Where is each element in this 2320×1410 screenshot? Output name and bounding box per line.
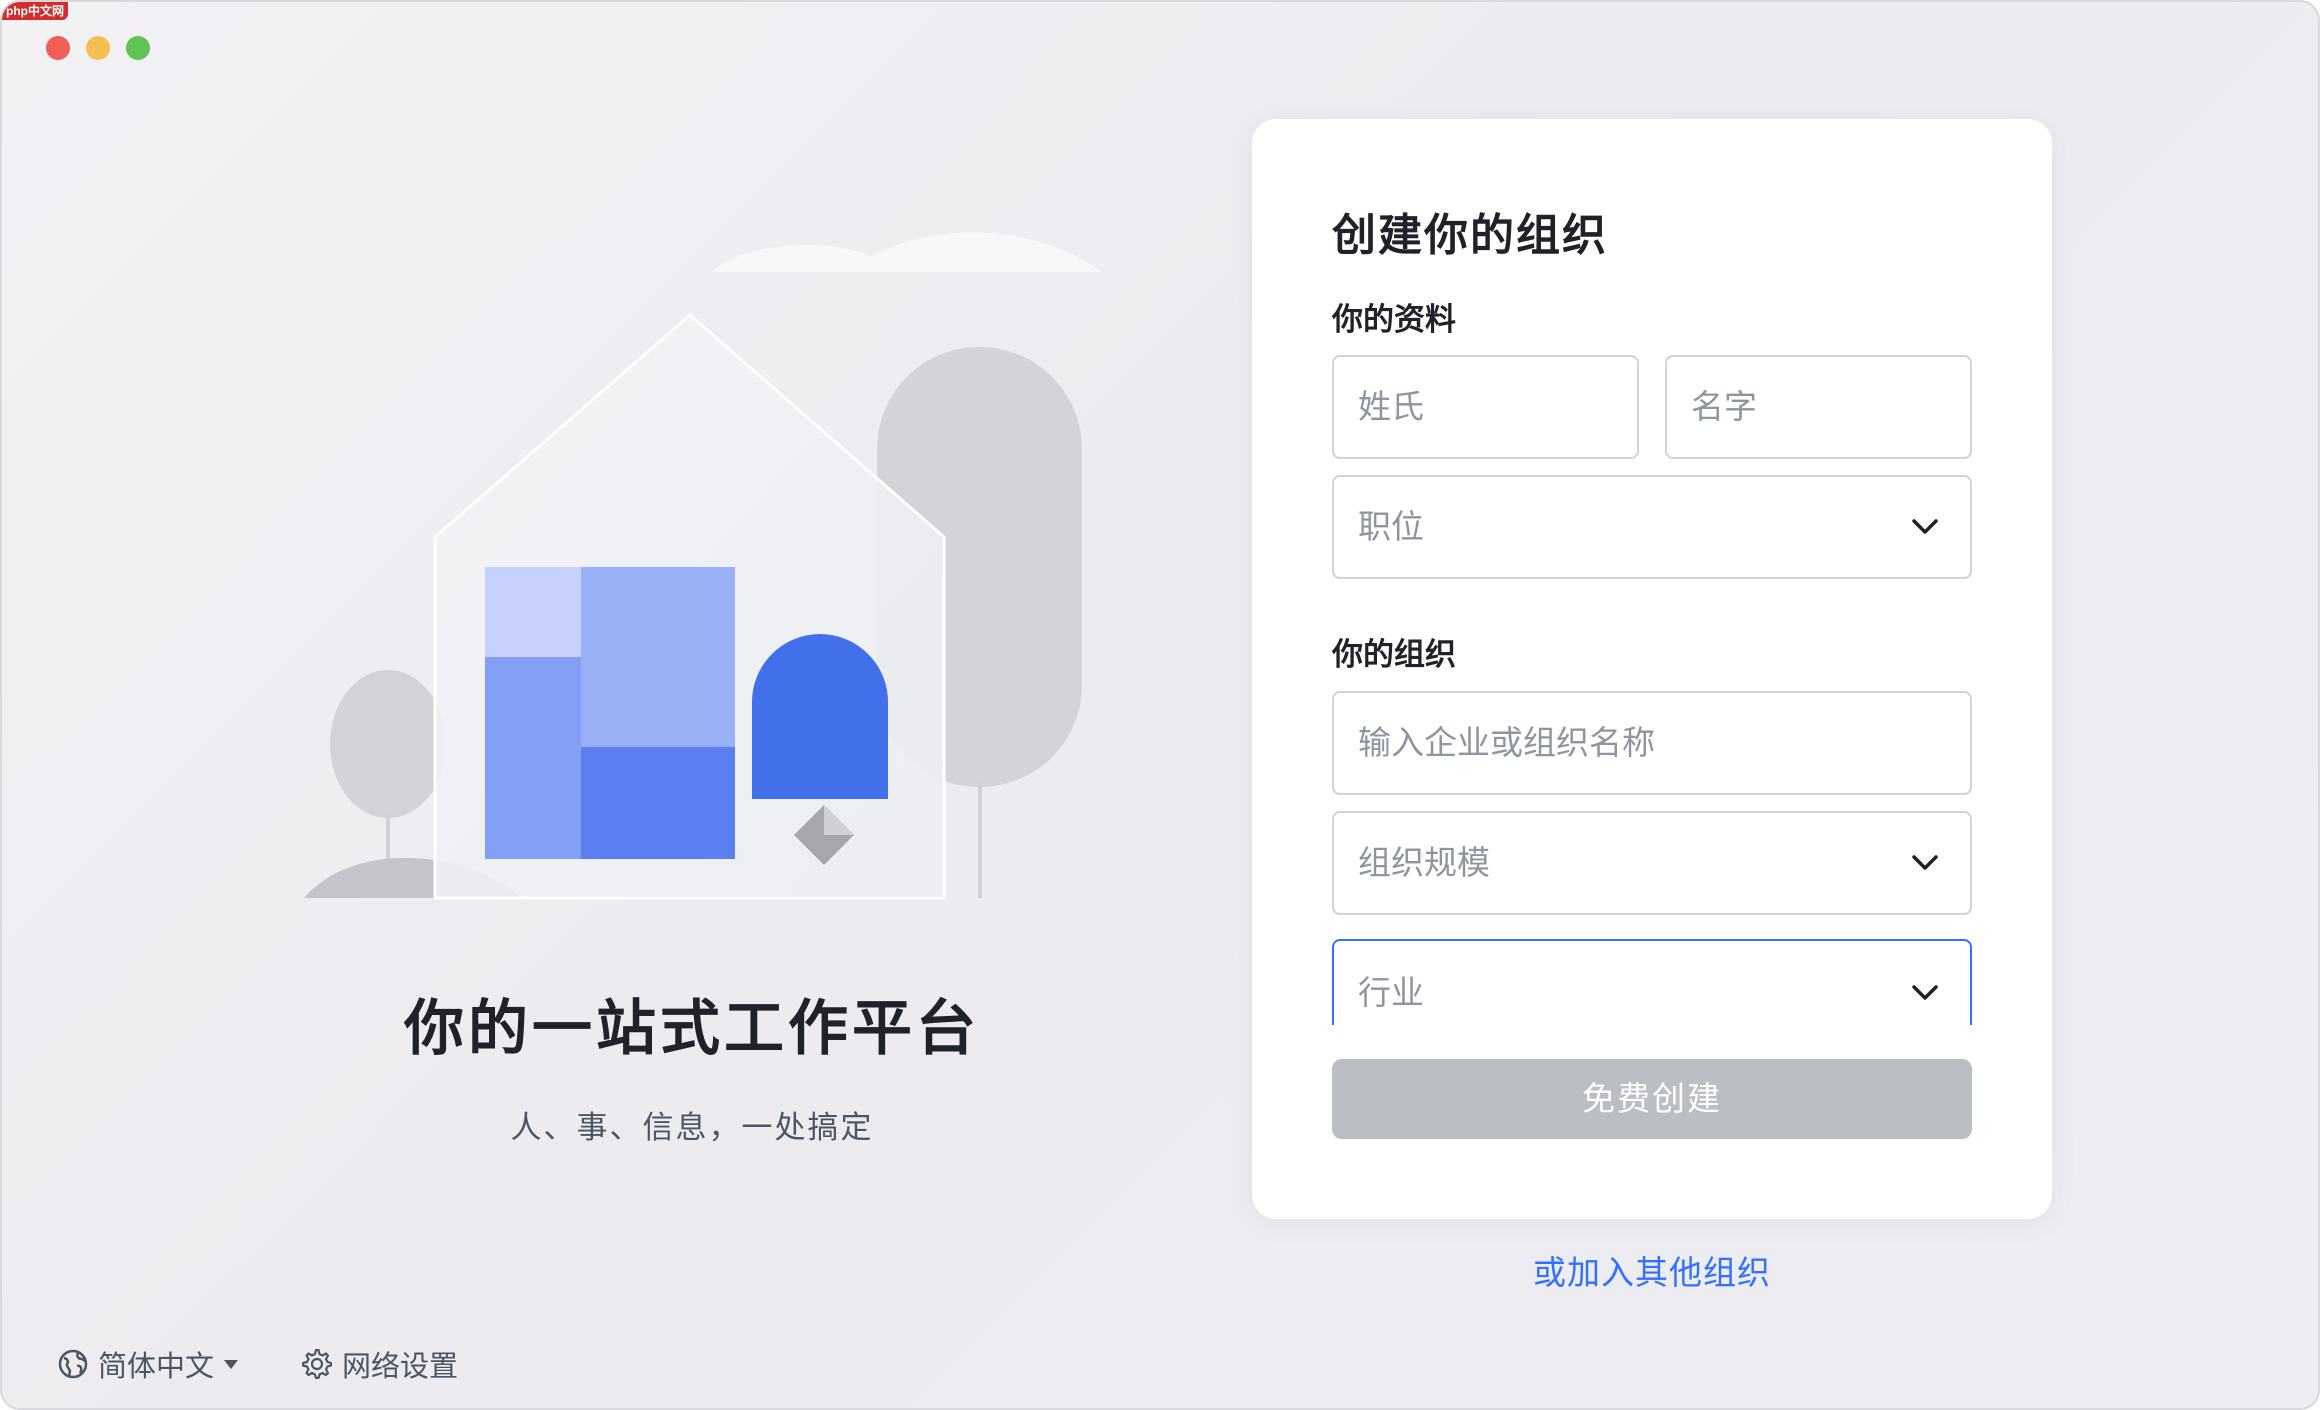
position-placeholder: 职位 [1358,508,1424,545]
cloud-shape [712,232,1102,272]
maximize-window-button[interactable] [126,36,150,60]
mailbox-shape [752,634,888,799]
network-settings-label: 网络设置 [342,1351,459,1383]
globe-icon [58,1349,88,1379]
gear-icon [302,1349,332,1379]
app-window: php中文网 你的一站式工作平台 人、事、信息，一处搞定 创建你的组织 你的资料… [0,0,2320,1410]
org-section-label: 你的组织 [1332,637,1456,672]
house-illustration [304,232,1102,900]
org-name-input[interactable] [1334,693,1970,793]
chevron-down-icon [1912,519,1938,534]
minimize-window-button[interactable] [86,36,110,60]
position-select[interactable]: 职位 [1332,475,1972,579]
hero-subtitle: 人、事、信息，一处搞定 [510,1110,874,1145]
org-name-field [1332,691,1972,795]
profile-section-label: 你的资料 [1332,302,1456,337]
org-size-placeholder: 组织规模 [1358,844,1490,881]
join-other-org-link[interactable]: 或加入其他组织 [1252,1246,2052,1294]
close-window-button[interactable] [46,36,70,60]
first-name-field [1665,355,1972,459]
hero-title: 你的一站式工作平台 [404,995,980,1062]
watermark: php中文网 [2,2,68,20]
org-size-select[interactable]: 组织规模 [1332,811,1972,915]
language-label: 简体中文 [98,1351,215,1383]
first-name-input[interactable] [1667,357,1970,457]
last-name-input[interactable] [1334,357,1637,457]
network-settings-button[interactable]: 网络设置 [302,1342,458,1386]
chevron-down-icon [1912,985,1938,1000]
industry-placeholder: 行业 [1358,974,1424,1011]
language-selector[interactable]: 简体中文 [58,1342,239,1386]
last-name-field [1332,355,1639,459]
chevron-down-icon [1912,855,1938,870]
tree-shape [330,670,446,818]
form-title: 创建你的组织 [1332,211,1608,260]
industry-select[interactable]: 行业 [1332,939,1972,1025]
create-free-button[interactable]: 免费创建 [1332,1059,1972,1139]
create-org-card: 创建你的组织 你的资料 职位 你的组织 组织规模 行业 免费创建 [1252,119,2052,1219]
caret-down-icon [224,1359,239,1369]
